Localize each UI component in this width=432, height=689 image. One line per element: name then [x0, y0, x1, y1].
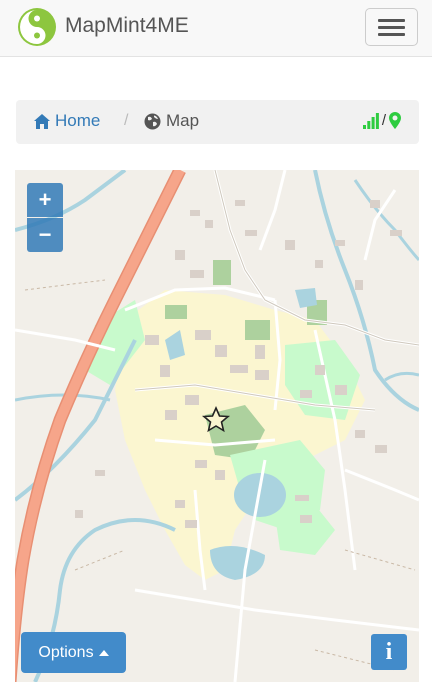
map-marker-icon — [389, 112, 401, 129]
hamburger-icon — [378, 19, 405, 22]
options-label: Options — [38, 643, 94, 661]
options-dropdown-button[interactable]: Options — [21, 632, 126, 673]
caret-up-icon — [98, 649, 109, 656]
navbar: MapMint4ME — [0, 0, 432, 57]
map-tiles[interactable] — [15, 170, 419, 682]
breadcrumb-separator: / — [124, 112, 129, 129]
brand-name[interactable]: MapMint4ME — [65, 14, 189, 38]
connection-status: / — [362, 112, 401, 129]
hamburger-icon-bar — [378, 26, 405, 29]
mapmint-logo-icon[interactable] — [17, 7, 57, 47]
info-button[interactable]: i — [371, 634, 407, 670]
globe-icon — [144, 113, 161, 129]
home-icon — [34, 113, 50, 129]
breadcrumb: Home / Map / — [16, 100, 419, 144]
breadcrumb-map-label: Map — [166, 111, 200, 130]
breadcrumb-home-link[interactable]: Home — [33, 111, 100, 131]
hamburger-icon-bar — [378, 33, 405, 36]
breadcrumb-map-item: Map — [144, 111, 199, 131]
status-separator: / — [381, 112, 386, 129]
menu-toggle-button[interactable] — [365, 8, 418, 46]
zoom-out-button[interactable]: − — [27, 218, 63, 252]
map-view[interactable]: + − Options i — [15, 170, 419, 682]
breadcrumb-home-label: Home — [55, 111, 101, 130]
signal-icon — [362, 112, 379, 129]
zoom-in-button[interactable]: + — [27, 183, 63, 217]
